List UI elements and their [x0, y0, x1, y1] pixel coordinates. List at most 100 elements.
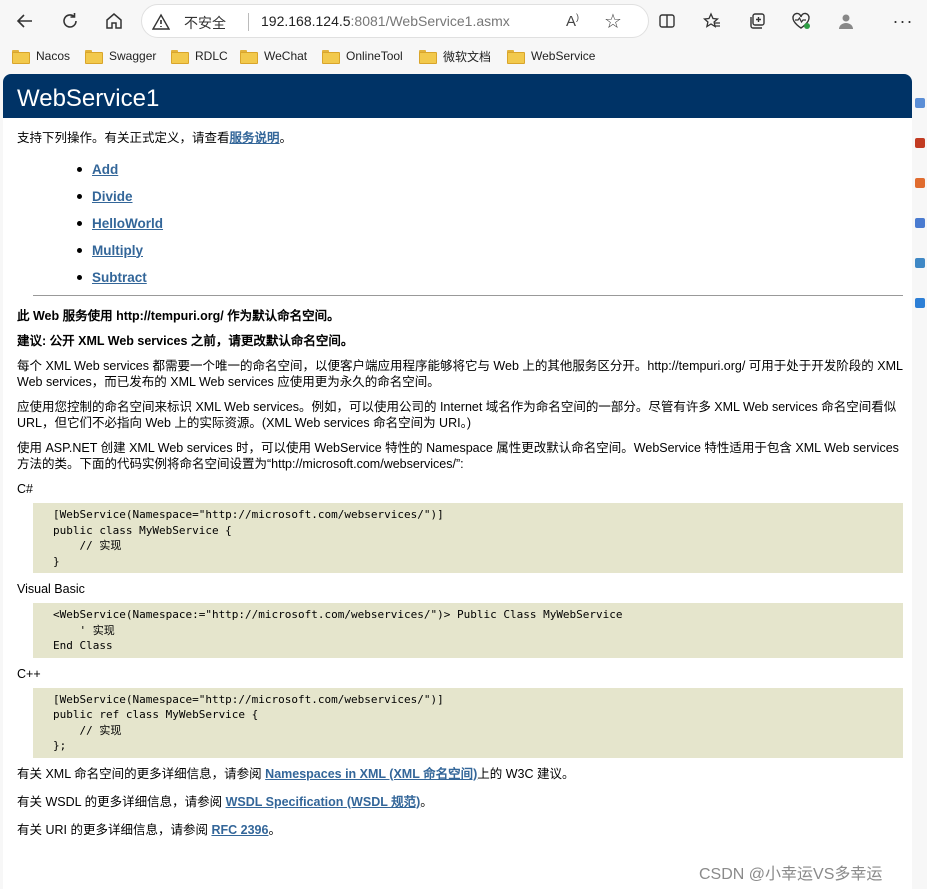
profile-avatar-icon	[839, 14, 853, 29]
bookmark-label: 微软文档	[443, 49, 492, 64]
divider	[33, 295, 903, 296]
operations-list: Add Divide HelloWorld Multiply Subtract	[77, 156, 903, 291]
browser-essentials-button[interactable]	[786, 6, 816, 36]
refresh-icon	[63, 13, 77, 28]
bookmark-label: Nacos	[36, 49, 71, 63]
sidebar-games-icon[interactable]	[915, 218, 925, 228]
split-screen-icon	[659, 14, 675, 28]
operation-subtract-link[interactable]: Subtract	[92, 270, 147, 286]
url-text[interactable]: 192.168.124.5:8081/WebService1.asmx	[261, 13, 510, 29]
collections-button[interactable]	[742, 6, 772, 36]
operation-multiply-link[interactable]: Multiply	[92, 243, 143, 259]
operation-divide-link[interactable]: Divide	[92, 189, 133, 205]
xmlns-text: 有关 XML 命名空间的更多详细信息，请参阅	[17, 766, 266, 781]
operation-add-link[interactable]: Add	[92, 162, 118, 178]
favorites-button[interactable]	[697, 6, 727, 36]
csharp-label: C#	[17, 482, 33, 496]
browser-window: 不安全 192.168.124.5:8081/WebService1.asmx …	[0, 0, 927, 889]
more-dots-icon: ···	[892, 10, 914, 31]
xmlns-post: 上的 W3C 建议。	[477, 766, 575, 781]
collections-icon	[750, 13, 765, 29]
bookmark-label: WebService	[531, 49, 596, 63]
vb-label: Visual Basic	[17, 582, 85, 596]
bookmarks-bar: Nacos Swagger RDLC WeChat OnlineTool 微软文…	[0, 42, 927, 70]
page-viewport: WebService1 支持下列操作。有关正式定义，请查看服务说明。 Add D…	[3, 74, 912, 889]
folder-icon	[85, 50, 103, 64]
csharp-code-block: [WebService(Namespace="http://microsoft.…	[33, 503, 903, 573]
sidebar-office-icon[interactable]	[915, 258, 925, 268]
folder-icon	[12, 50, 30, 64]
vb-code-block: <WebService(Namespace:="http://microsoft…	[33, 603, 903, 658]
address-separator	[248, 13, 249, 31]
home-icon	[106, 13, 122, 29]
sidebar-search-icon[interactable]	[915, 98, 925, 108]
folder-icon	[171, 50, 189, 64]
page-banner: WebService1	[3, 74, 912, 118]
address-bar[interactable]: 不安全 192.168.124.5:8081/WebService1.asmx …	[141, 4, 649, 38]
uri-post: 。	[268, 822, 281, 837]
read-aloud-icon[interactable]: A)	[566, 12, 579, 30]
url-host: 192.168.124.5	[261, 13, 351, 29]
wsdl-post: 。	[420, 794, 433, 809]
cpp-label: C++	[17, 666, 41, 681]
back-arrow-icon	[16, 14, 32, 28]
bullet-icon	[77, 221, 82, 226]
refresh-button[interactable]	[55, 6, 85, 36]
browser-toolbar: 不安全 192.168.124.5:8081/WebService1.asmx …	[0, 0, 927, 42]
bookmark-swagger[interactable]: Swagger	[85, 46, 156, 66]
sidebar-outlook-icon[interactable]	[915, 298, 925, 308]
bullet-icon	[77, 248, 82, 253]
sidebar-tools-icon[interactable]	[915, 178, 925, 188]
recommendation: 建议: 公开 XML Web services 之前，请更改默认命名空间。	[17, 334, 354, 348]
bullet-icon	[77, 194, 82, 199]
sidebar-shopping-icon[interactable]	[915, 138, 925, 148]
favorite-star-icon[interactable]: ☆	[604, 9, 622, 34]
heart-pulse-icon	[792, 12, 810, 29]
back-button[interactable]	[10, 6, 40, 36]
bookmark-rdlc[interactable]: RDLC	[171, 46, 228, 66]
namespace-notice: 此 Web 服务使用 http://tempuri.org/ 作为默认命名空间。	[17, 309, 340, 323]
bookmark-label: RDLC	[195, 49, 228, 63]
wsdl-info: 有关 WSDL 的更多详细信息，请参阅 WSDL Specification (…	[17, 794, 903, 810]
folder-icon	[419, 50, 437, 64]
list-item: Add	[77, 156, 903, 183]
intro-end: 。	[279, 131, 293, 145]
operation-helloworld-link[interactable]: HelloWorld	[92, 216, 163, 232]
list-item: Multiply	[77, 237, 903, 264]
folder-icon	[322, 50, 340, 64]
page-content: 支持下列操作。有关正式定义，请查看服务说明。 Add Divide HelloW…	[17, 130, 903, 847]
list-item: HelloWorld	[77, 210, 903, 237]
more-menu-button[interactable]: ···	[888, 6, 918, 36]
home-button[interactable]	[99, 6, 129, 36]
favorites-icon	[703, 12, 720, 28]
page-title: WebService1	[17, 85, 160, 112]
list-item: Divide	[77, 183, 903, 210]
profile-button[interactable]	[831, 6, 861, 36]
bookmark-ms-docs[interactable]: 微软文档	[419, 46, 491, 66]
bookmark-nacos[interactable]: Nacos	[12, 46, 70, 66]
bookmark-webservice[interactable]: WebService	[507, 46, 595, 66]
bookmark-label: WeChat	[264, 49, 308, 63]
rfc-2396-link[interactable]: RFC 2396	[211, 823, 268, 837]
cpp-code-block: [WebService(Namespace="http://microsoft.…	[33, 687, 903, 758]
list-item: Subtract	[77, 264, 903, 291]
wsdl-text: 有关 WSDL 的更多详细信息，请参阅	[17, 794, 226, 809]
bookmark-wechat[interactable]: WeChat	[240, 46, 307, 66]
uri-text: 有关 URI 的更多详细信息，请参阅	[17, 822, 212, 837]
xml-namespaces-info: 有关 XML 命名空间的更多详细信息，请参阅 Namespaces in XML…	[17, 766, 903, 782]
service-description-link[interactable]: 服务说明	[230, 131, 280, 145]
insecure-label[interactable]: 不安全	[184, 13, 226, 33]
url-path: :8081/WebService1.asmx	[350, 13, 510, 29]
bookmark-label: OnlineTool	[346, 49, 403, 63]
wsdl-specification-link[interactable]: WSDL Specification (WSDL 规范)	[226, 795, 421, 809]
bookmark-label: Swagger	[109, 49, 157, 63]
warning-icon[interactable]	[152, 13, 170, 31]
namespaces-in-xml-link[interactable]: Namespaces in XML (XML 命名空间)	[265, 767, 477, 781]
intro-text: 支持下列操作。有关正式定义，请查看	[17, 131, 230, 145]
split-screen-button[interactable]	[652, 6, 682, 36]
folder-icon	[507, 50, 525, 64]
bookmark-onlinetool[interactable]: OnlineTool	[322, 46, 403, 66]
folder-icon	[240, 50, 258, 64]
namespace-paragraph-2: 应使用您控制的命名空间来标识 XML Web services。例如，可以使用公…	[17, 400, 897, 430]
namespace-paragraph-1: 每个 XML Web services 都需要一个唯一的命名空间，以便客户端应用…	[17, 359, 903, 389]
